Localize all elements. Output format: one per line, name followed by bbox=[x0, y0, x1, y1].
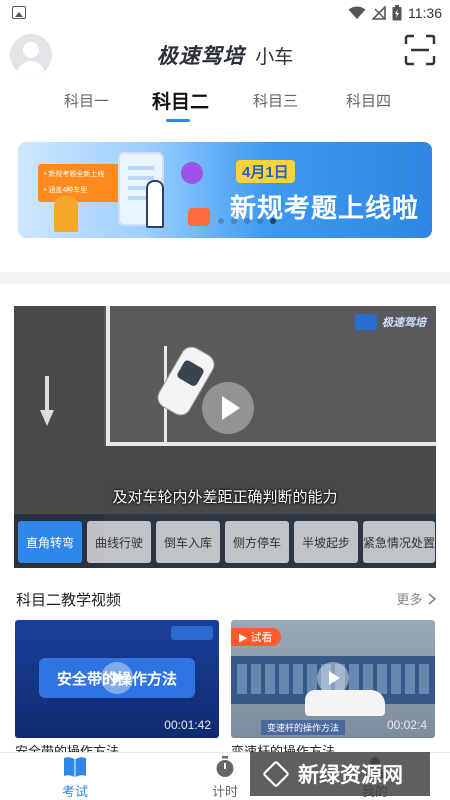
active-tab-indicator bbox=[166, 119, 190, 122]
video-duration: 00:02:4 bbox=[386, 718, 427, 732]
thumbnail-caption: 变速杆的操作方法 bbox=[261, 720, 346, 735]
tab-subject-three[interactable]: 科目三 bbox=[253, 90, 298, 111]
watermark-text: 新绿资源网 bbox=[298, 764, 403, 787]
video-watermark-logo: 极速驾培 bbox=[355, 314, 426, 330]
thumbnail-play-icon[interactable] bbox=[317, 662, 349, 694]
more-link[interactable]: 更多 bbox=[396, 589, 437, 608]
maneuver-category-bar: 直角转弯 曲线行驶 倒车入库 侧方停车 半坡起步 紧急情况处置 bbox=[14, 514, 436, 568]
watermark-logo-icon bbox=[262, 760, 290, 788]
tab-subject-four[interactable]: 科目四 bbox=[346, 90, 391, 111]
tab-subject-one[interactable]: 科目一 bbox=[64, 90, 109, 111]
video-logo-text: 极速驾培 bbox=[382, 317, 426, 329]
banner-feature-chip: • 新规考题全新上线 • 涵盖4种车型 bbox=[38, 164, 126, 202]
preview-badge-label: 试看 bbox=[250, 632, 273, 644]
pagination-dot[interactable] bbox=[231, 218, 237, 224]
pagination-dot-active[interactable] bbox=[270, 218, 276, 224]
subject-tabs: 科目一 科目二 科目三 科目四 bbox=[0, 86, 450, 126]
brand-logo: 极速驾培 bbox=[156, 45, 245, 68]
car-illustration bbox=[305, 690, 385, 716]
battery-icon bbox=[392, 5, 402, 21]
brand: 极速驾培 小车 bbox=[0, 40, 450, 70]
banner-pagination bbox=[218, 218, 276, 224]
category-right-angle-turn[interactable]: 直角转弯 bbox=[18, 521, 82, 563]
category-hill-start[interactable]: 半坡起步 bbox=[294, 521, 358, 563]
person-illustration bbox=[54, 196, 78, 232]
banner-feature-line: • 涵盖4种车型 bbox=[44, 187, 88, 194]
category-emergency-handling[interactable]: 紧急情况处置 bbox=[363, 521, 436, 563]
person-illustration bbox=[146, 180, 164, 228]
banner-feature-line: • 新规考题全新上线 bbox=[44, 171, 105, 178]
scan-icon[interactable] bbox=[404, 34, 436, 66]
category-side-parking[interactable]: 侧方停车 bbox=[225, 521, 289, 563]
thumbnail-logo bbox=[171, 626, 213, 640]
pagination-dot[interactable] bbox=[218, 218, 224, 224]
category-curve-driving[interactable]: 曲线行驶 bbox=[87, 521, 151, 563]
lane-marking bbox=[110, 442, 436, 446]
image-notification-icon bbox=[12, 6, 26, 19]
category-reverse-parking[interactable]: 倒车入库 bbox=[156, 521, 220, 563]
status-time: 11:36 bbox=[408, 5, 442, 21]
app-header: 极速驾培 小车 bbox=[0, 26, 450, 82]
section-title: 科目二教学视频 bbox=[16, 592, 122, 609]
video-duration: 00:01:42 bbox=[164, 718, 211, 732]
bus-icon bbox=[188, 208, 210, 226]
video-subtitle: 及对车轮内外差距正确判断的能力 bbox=[112, 489, 338, 506]
site-watermark: 新绿资源网 bbox=[250, 752, 430, 796]
pagination-dot[interactable] bbox=[244, 218, 250, 224]
motorcycle-icon bbox=[181, 162, 203, 184]
book-icon bbox=[64, 757, 86, 777]
play-triangle-icon: ▶ bbox=[239, 632, 248, 644]
stopwatch-icon bbox=[216, 756, 234, 777]
video-player[interactable]: 极速驾培 及对车轮内外差距正确判断的能力 直角转弯 曲线行驶 倒车入库 侧方停车… bbox=[14, 306, 436, 568]
nav-exam-label: 考试 bbox=[61, 784, 88, 799]
banner-date: 4月1日 bbox=[236, 160, 295, 183]
tab-subject-two[interactable]: 科目二 bbox=[152, 87, 209, 114]
promo-banner[interactable]: • 新规考题全新上线 • 涵盖4种车型 4月1日 新规考题上线啦 bbox=[18, 142, 432, 238]
signal-icon bbox=[372, 6, 386, 20]
video-thumbnail[interactable]: ▶ 试看 变速杆的操作方法 00:02:4 bbox=[231, 620, 435, 738]
wifi-icon bbox=[348, 6, 366, 19]
vehicle-type-selector[interactable]: 小车 bbox=[255, 47, 293, 68]
chevron-right-icon bbox=[428, 593, 437, 605]
arrow-down-marking-icon bbox=[40, 376, 54, 426]
section-divider bbox=[0, 272, 450, 284]
status-bar: 11:36 bbox=[0, 0, 450, 26]
more-link-label: 更多 bbox=[396, 592, 423, 607]
nav-exam[interactable]: 考试 bbox=[0, 753, 150, 800]
video-thumbnail[interactable]: 安全带的操作方法 00:01:42 bbox=[15, 620, 219, 738]
thumbnail-play-icon[interactable] bbox=[101, 662, 133, 694]
play-button[interactable] bbox=[202, 382, 254, 434]
pagination-dot[interactable] bbox=[257, 218, 263, 224]
lane-marking bbox=[106, 306, 110, 446]
preview-badge: ▶ 试看 bbox=[231, 628, 281, 646]
